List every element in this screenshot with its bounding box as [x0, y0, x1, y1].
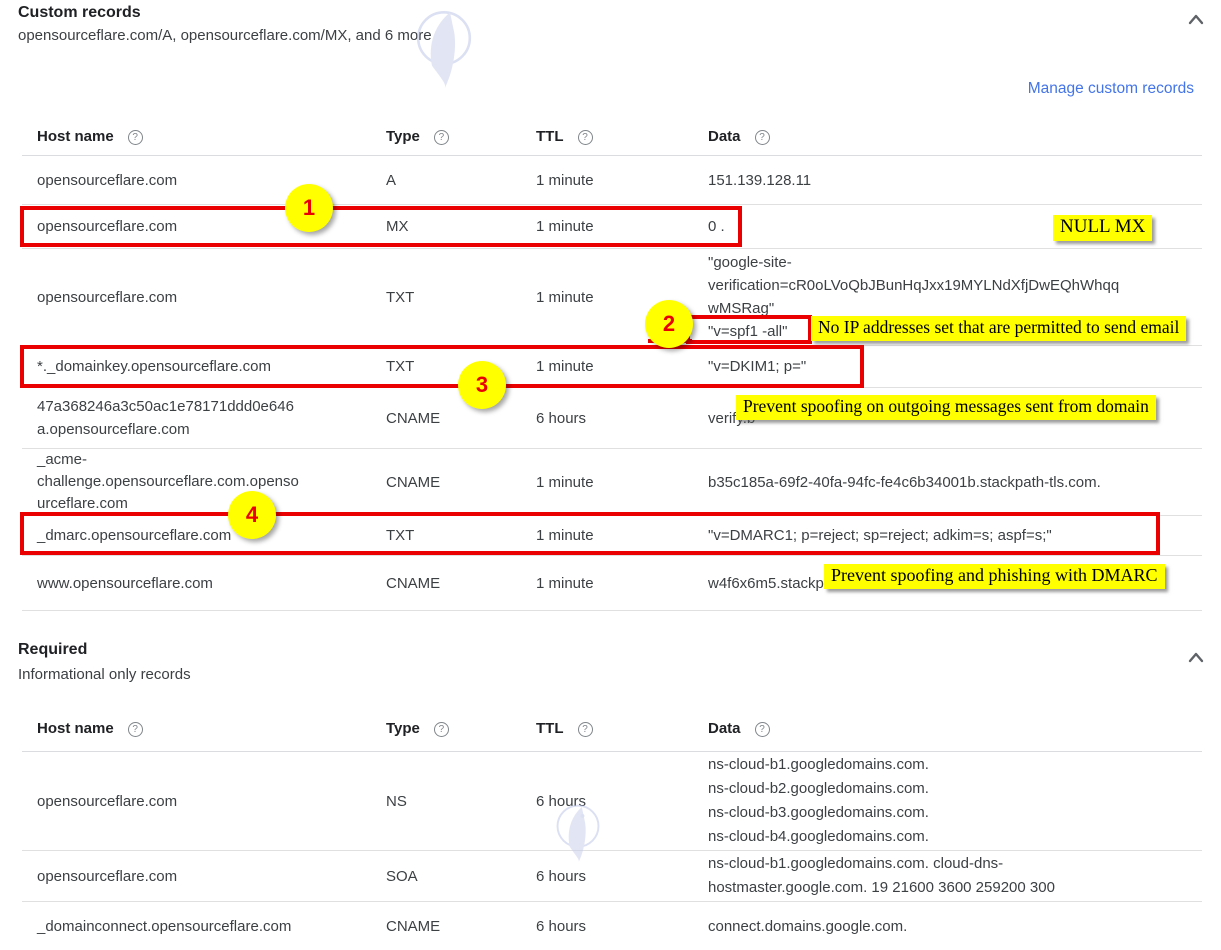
- record-row-mx: opensourceflare.com MX 1 minute 0 .: [22, 205, 1202, 249]
- data-label: Data: [708, 128, 741, 145]
- custom-records-title: Custom records: [18, 4, 141, 22]
- type-cell: MX: [386, 215, 536, 238]
- data-header: Data?: [708, 717, 1202, 740]
- help-icon[interactable]: ?: [755, 130, 770, 145]
- host-name-label: Host name: [37, 720, 114, 737]
- chevron-up-icon[interactable]: [1184, 646, 1208, 675]
- host-cell: opensourceflare.com: [22, 169, 386, 192]
- help-icon[interactable]: ?: [578, 130, 593, 145]
- data-cell: ns-cloud-b1.googledomains.com. cloud-dns…: [708, 852, 1202, 900]
- record-row-domainconnect: _domainconnect.opensourceflare.com CNAME…: [22, 902, 1202, 950]
- record-row-dmarc: _dmarc.opensourceflare.com TXT 1 minute …: [22, 516, 1202, 556]
- host-cell: www.opensourceflare.com: [22, 572, 386, 595]
- type-cell: CNAME: [386, 572, 536, 595]
- ttl-cell: 1 minute: [536, 471, 708, 494]
- host-name-label: Host name: [37, 128, 114, 145]
- data-cell: "v=DKIM1; p=": [708, 355, 1202, 378]
- ttl-cell: 1 minute: [536, 524, 708, 547]
- ttl-cell: 6 hours: [536, 865, 708, 888]
- ttl-label: TTL: [536, 720, 564, 737]
- data-cell: connect.domains.google.com.: [708, 915, 1202, 938]
- ttl-cell: 6 hours: [536, 915, 708, 938]
- host-cell: _dmarc.opensourceflare.com: [22, 524, 386, 547]
- annotation-marker-4: 4: [228, 491, 276, 539]
- custom-records-subtitle: opensourceflare.com/A, opensourceflare.c…: [18, 27, 432, 44]
- record-row-dkim: *._domainkey.opensourceflare.com TXT 1 m…: [22, 346, 1202, 388]
- annotation-label-dkim: Prevent spoofing on outgoing messages se…: [736, 395, 1156, 420]
- host-cell: 47a368246a3c50ac1e78171ddd0e646 a.openso…: [22, 395, 386, 441]
- type-cell: A: [386, 169, 536, 192]
- type-cell: CNAME: [386, 407, 536, 430]
- data-label: Data: [708, 720, 741, 737]
- type-cell: CNAME: [386, 471, 536, 494]
- watermark-logo: [398, 2, 490, 93]
- ttl-cell: 1 minute: [536, 215, 708, 238]
- host-cell: _domainconnect.opensourceflare.com: [22, 915, 386, 938]
- manage-custom-records-link[interactable]: Manage custom records: [1028, 80, 1194, 98]
- host-cell: _acme- challenge.opensourceflare.com.ope…: [22, 449, 386, 515]
- record-row-soa: opensourceflare.com SOA 6 hours ns-cloud…: [22, 851, 1202, 902]
- help-icon[interactable]: ?: [755, 722, 770, 737]
- data-cell: b35c185a-69f2-40fa-94fc-fe4c6b34001b.sta…: [708, 471, 1202, 494]
- ttl-label: TTL: [536, 128, 564, 145]
- host-cell: opensourceflare.com: [22, 865, 386, 888]
- chevron-up-icon[interactable]: [1184, 8, 1208, 37]
- help-icon[interactable]: ?: [128, 722, 143, 737]
- ttl-header: TTL?: [536, 717, 708, 740]
- data-cell: ns-cloud-b1.googledomains.com. ns-cloud-…: [708, 753, 1202, 849]
- type-cell: TXT: [386, 524, 536, 547]
- required-table-header: Host name? Type? TTL? Data?: [22, 705, 1202, 752]
- record-row-a: opensourceflare.com A 1 minute 151.139.1…: [22, 156, 1202, 205]
- annotation-marker-3: 3: [458, 361, 506, 409]
- type-label: Type: [386, 128, 420, 145]
- host-cell: *._domainkey.opensourceflare.com: [22, 355, 386, 378]
- host-name-header: Host name?: [22, 717, 386, 740]
- custom-table-header: Host name? Type? TTL? Data?: [22, 118, 1202, 156]
- ttl-header: TTL?: [536, 125, 708, 148]
- annotation-marker-1: 1: [285, 184, 333, 232]
- data-cell: "v=DMARC1; p=reject; sp=reject; adkim=s;…: [708, 524, 1202, 547]
- host-cell: opensourceflare.com: [22, 215, 386, 238]
- type-header: Type?: [386, 717, 536, 740]
- ttl-cell: 1 minute: [536, 169, 708, 192]
- ttl-cell: 6 hours: [536, 790, 708, 813]
- type-cell: NS: [386, 790, 536, 813]
- type-cell: SOA: [386, 865, 536, 888]
- annotation-label-spf: No IP addresses set that are permitted t…: [811, 316, 1186, 341]
- help-icon[interactable]: ?: [128, 130, 143, 145]
- type-header: Type?: [386, 125, 536, 148]
- txt-verification-value: "google-site- verification=cR0oLVoQbJBun…: [708, 254, 1119, 317]
- annotation-marker-2: 2: [645, 300, 693, 348]
- help-icon[interactable]: ?: [434, 130, 449, 145]
- record-row-acme: _acme- challenge.opensourceflare.com.ope…: [22, 449, 1202, 516]
- help-icon[interactable]: ?: [434, 722, 449, 737]
- record-row-ns: opensourceflare.com NS 6 hours ns-cloud-…: [22, 752, 1202, 851]
- ttl-cell: 1 minute: [536, 355, 708, 378]
- type-cell: TXT: [386, 286, 536, 309]
- data-cell: 151.139.128.11: [708, 169, 1202, 192]
- type-label: Type: [386, 720, 420, 737]
- host-name-header: Host name?: [22, 125, 386, 148]
- annotation-label-null-mx: NULL MX: [1053, 215, 1152, 241]
- required-title: Required: [18, 641, 87, 659]
- data-header: Data?: [708, 125, 1202, 148]
- annotation-label-dmarc: Prevent spoofing and phishing with DMARC: [824, 564, 1165, 589]
- ttl-cell: 6 hours: [536, 407, 708, 430]
- required-subtitle: Informational only records: [18, 666, 191, 683]
- help-icon[interactable]: ?: [578, 722, 593, 737]
- host-cell: opensourceflare.com: [22, 286, 386, 309]
- type-cell: CNAME: [386, 915, 536, 938]
- host-cell: opensourceflare.com: [22, 790, 386, 813]
- ttl-cell: 1 minute: [536, 572, 708, 595]
